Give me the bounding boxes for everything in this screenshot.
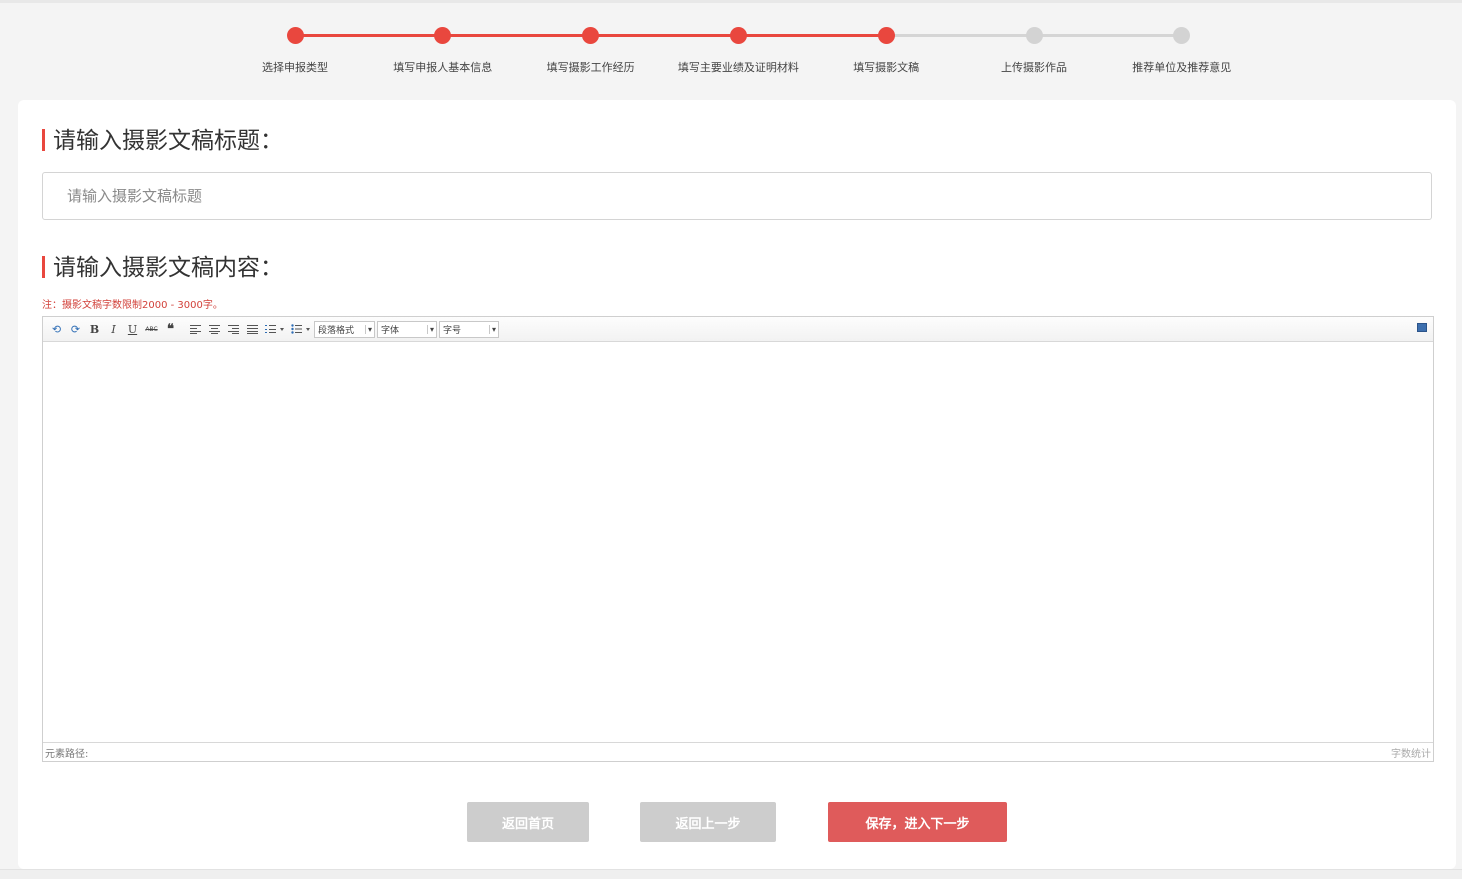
step-label: 选择申报类型 [262,61,328,74]
title-heading: 请输入摄影文稿标题： [42,127,283,155]
fullscreen-icon[interactable] [1417,323,1427,332]
editor-toolbar: ⟲ ⟳ B I U ABC ❝ 段落格式 ▾ 字体 ▾ 字号 ▾ [43,317,1433,342]
italic-button[interactable]: I [104,320,123,338]
rich-text-editor: ⟲ ⟳ B I U ABC ❝ 段落格式 ▾ 字体 ▾ 字号 ▾ 元素路径: 字… [42,316,1434,762]
paragraph-format-select[interactable]: 段落格式 ▾ [314,320,375,338]
align-center-icon[interactable] [205,320,224,338]
step-item: 上传摄影作品 [954,27,1114,75]
step-dot [434,27,452,44]
step-dot [1025,27,1043,44]
word-count[interactable]: 字数统计 [1391,745,1431,760]
title-heading-text: 请输入摄影文稿标题： [53,128,283,154]
step-dot [286,27,304,44]
editor-content-area[interactable] [43,342,1433,743]
unordered-list-icon[interactable] [288,320,314,338]
redo-icon[interactable]: ⟳ [66,320,85,338]
step-label: 填写主要业绩及证明材料 [677,61,799,74]
step-dot [729,27,747,44]
chevron-down-icon: ▾ [426,324,434,334]
step-label: 填写摄影工作经历 [546,61,635,74]
step-item: 填写摄影文稿 [806,27,966,75]
step-label: 推荐单位及推荐意见 [1132,61,1232,74]
align-justify-icon[interactable] [243,320,262,338]
step-dot [582,27,600,44]
paragraph-format-value: 段落格式 [318,325,355,336]
font-size-value: 字号 [443,325,462,336]
font-family-value: 字体 [381,325,400,336]
content-heading: 请输入摄影文稿内容： [42,254,283,282]
heading-accent-bar [42,129,45,151]
font-family-select[interactable]: 字体 ▾ [377,320,437,338]
save-and-next-button[interactable]: 保存，进入下一步 [828,802,1007,842]
align-left-icon[interactable] [186,320,205,338]
content-heading-text: 请输入摄影文稿内容： [53,255,283,281]
bold-button[interactable]: B [85,320,104,338]
chevron-down-icon: ▾ [364,324,372,334]
word-limit-note: 注：摄影文稿字数限制2000 - 3000字。 [42,300,223,311]
chevron-down-icon: ▾ [488,324,496,334]
align-right-icon[interactable] [224,320,243,338]
undo-icon[interactable]: ⟲ [47,320,66,338]
step-item: 填写摄影工作经历 [511,27,671,75]
font-size-select[interactable]: 字号 ▾ [439,320,499,338]
step-item: 选择申报类型 [215,27,375,75]
step-dot [1173,27,1191,44]
editor-statusbar: 元素路径: 字数统计 [43,742,1433,761]
step-item: 填写申报人基本信息 [363,27,523,75]
step-dot [877,27,895,44]
step-label: 填写申报人基本信息 [393,61,493,74]
back-to-home-button[interactable]: 返回首页 [467,802,589,842]
article-title-input[interactable] [42,172,1432,220]
strikethrough-button[interactable]: ABC [142,320,161,338]
step-item: 填写主要业绩及证明材料 [658,27,818,75]
heading-accent-bar [42,256,45,278]
step-label: 填写摄影文稿 [853,61,920,74]
ordered-list-icon[interactable] [262,320,288,338]
previous-step-button[interactable]: 返回上一步 [640,802,776,842]
blockquote-icon[interactable]: ❝ [161,320,180,338]
progress-stepper: 选择申报类型 填写申报人基本信息 填写摄影工作经历 填写主要业绩及证明材料 填写摄影文稿… [0,0,1462,95]
step-item: 推荐单位及推荐意见 [1102,27,1262,75]
underline-button[interactable]: U [123,320,142,338]
step-label: 上传摄影作品 [1001,61,1067,74]
main-card: 请输入摄影文稿标题： 请输入摄影文稿内容： 注：摄影文稿字数限制2000 - 3… [18,100,1456,869]
bottom-border [0,869,1462,879]
element-path: 元素路径: [45,748,89,760]
